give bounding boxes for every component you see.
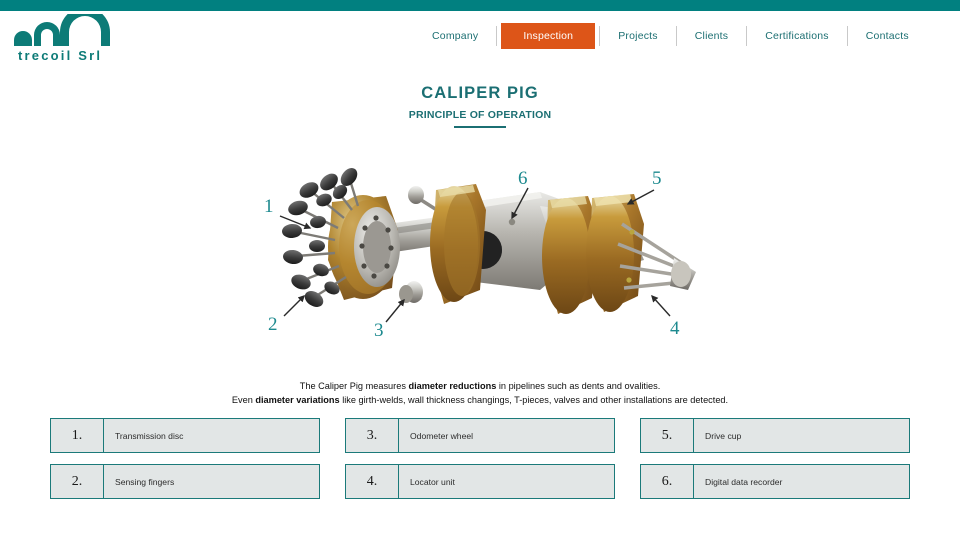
- legend-label: Odometer wheel: [410, 430, 474, 441]
- caliper-pig-diagram: 1 2 3 4 5 6: [240, 140, 700, 352]
- legend-item-5[interactable]: 5. Drive cup: [640, 418, 910, 453]
- legend-item-1[interactable]: 1. Transmission disc: [50, 418, 320, 453]
- legend-number: 3.: [346, 419, 399, 452]
- legend-item-3[interactable]: 3. Odometer wheel: [345, 418, 615, 453]
- nav-item-company[interactable]: Company: [418, 23, 492, 49]
- subtitle-rule: [454, 126, 506, 128]
- nav-item-contacts[interactable]: Contacts: [852, 23, 923, 49]
- brand-name: trecoil Srl: [18, 48, 103, 63]
- legend-label: Transmission disc: [115, 430, 184, 441]
- callout-4: 4: [670, 318, 680, 339]
- brand-logo[interactable]: trecoil Srl: [12, 14, 132, 66]
- legend-label: Digital data recorder: [705, 476, 783, 487]
- main-navigation[interactable]: Company Inspection Projects Clients Cert…: [418, 23, 923, 49]
- nav-separator: [746, 26, 748, 46]
- drive-cup-4: [586, 194, 644, 312]
- legend-label: Locator unit: [410, 476, 455, 487]
- legend-number: 4.: [346, 465, 399, 498]
- legend-item-4[interactable]: 4. Locator unit: [345, 464, 615, 499]
- drive-cup-2: [430, 184, 486, 304]
- nav-separator: [675, 26, 677, 46]
- nav-item-clients[interactable]: Clients: [681, 23, 743, 49]
- odometer-wheel: [399, 281, 423, 303]
- nav-separator: [846, 26, 848, 46]
- callout-3: 3: [374, 320, 384, 341]
- caliper-pig-illustration: 1 2 3 4 5 6: [264, 168, 696, 341]
- callout-1: 1: [264, 196, 274, 217]
- callout-5: 5: [652, 168, 662, 189]
- legend-label: Sensing fingers: [115, 476, 175, 487]
- legend-label: Drive cup: [705, 430, 742, 441]
- description-line1-pre: The Caliper Pig measures: [299, 381, 409, 391]
- nav-separator: [599, 26, 601, 46]
- callout-6: 6: [518, 168, 528, 189]
- trecoil-arches-logo-icon: [14, 14, 110, 46]
- legend-item-2[interactable]: 2. Sensing fingers: [50, 464, 320, 499]
- description-line-2: Even diameter variations like girth-weld…: [0, 394, 960, 408]
- legend-number: 5.: [641, 419, 694, 452]
- page-title: CALIPER PIG: [421, 84, 539, 102]
- page-subtitle: PRINCIPLE OF OPERATION: [408, 109, 552, 121]
- description-line-1: The Caliper Pig measures diameter reduct…: [0, 380, 960, 394]
- description-text: The Caliper Pig measures diameter reduct…: [0, 380, 960, 407]
- legend-item-6[interactable]: 6. Digital data recorder: [640, 464, 910, 499]
- nav-separator: [496, 26, 498, 46]
- description-line2-pre: Even: [231, 394, 256, 405]
- description-line1-bold: diameter reductions: [408, 381, 497, 391]
- nav-item-inspection[interactable]: Inspection: [501, 23, 596, 49]
- description-line2-post: like girth-welds, wall thickness changin…: [339, 394, 729, 405]
- legend-table: 1. Transmission disc 3. Odometer wheel 5…: [50, 418, 910, 499]
- legend-number: 6.: [641, 465, 694, 498]
- top-accent-bar: [0, 0, 960, 11]
- nav-item-certifications[interactable]: Certifications: [751, 23, 843, 49]
- description-line2-bold: diameter variations: [255, 394, 340, 405]
- description-line1-post: in pipelines such as dents and ovalities…: [496, 381, 661, 391]
- legend-number: 2.: [51, 465, 104, 498]
- heading-block: CALIPER PIG PRINCIPLE OF OPERATION: [0, 84, 960, 128]
- nav-item-projects[interactable]: Projects: [604, 23, 672, 49]
- legend-number: 1.: [51, 419, 104, 452]
- callout-2: 2: [268, 314, 278, 335]
- transmission-disc: [328, 195, 400, 300]
